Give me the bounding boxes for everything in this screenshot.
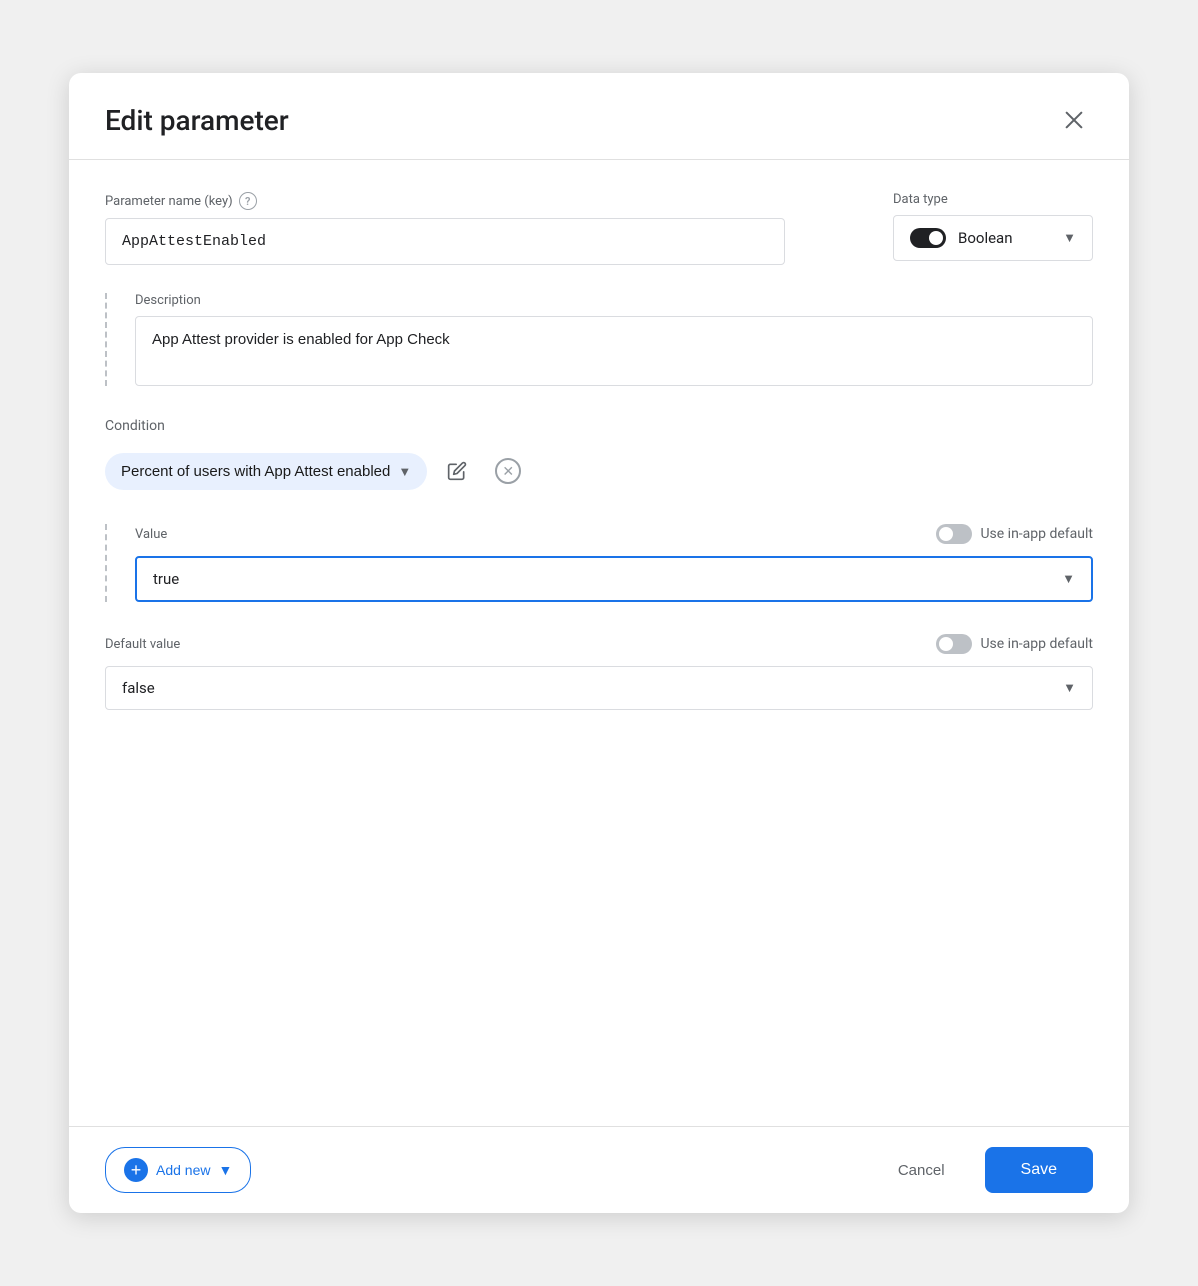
default-value-label: Default value xyxy=(105,637,180,652)
value-label: Value xyxy=(135,527,167,542)
dialog-header: Edit parameter xyxy=(69,73,1129,160)
data-type-group: Data type Boolean ▼ xyxy=(893,192,1093,261)
dialog-title: Edit parameter xyxy=(105,104,289,137)
description-section: Description App Attest provider is enabl… xyxy=(105,293,1093,386)
default-value-section: Default value Use in-app default false ▼ xyxy=(105,634,1093,710)
add-new-button[interactable]: + Add new ▼ xyxy=(105,1147,251,1193)
description-label: Description xyxy=(135,293,1093,308)
data-type-select[interactable]: Boolean ▼ xyxy=(893,215,1093,261)
condition-chip-chevron-down-icon: ▼ xyxy=(398,464,411,479)
default-value-chevron-down-icon: ▼ xyxy=(1063,680,1076,696)
default-use-default-toggle[interactable] xyxy=(936,634,972,654)
value-chevron-down-icon: ▼ xyxy=(1062,571,1075,587)
edit-parameter-dialog: Edit parameter Parameter name (key) ? Da… xyxy=(69,73,1129,1213)
default-value-header: Default value Use in-app default xyxy=(105,634,1093,654)
param-name-input[interactable] xyxy=(105,218,785,265)
add-new-chevron-down-icon: ▼ xyxy=(218,1162,232,1178)
param-name-label: Parameter name (key) ? xyxy=(105,192,869,210)
data-type-value: Boolean xyxy=(958,229,1013,247)
circle-x-icon: ✕ xyxy=(495,458,521,484)
param-datatype-row: Parameter name (key) ? Data type Boolean… xyxy=(105,192,1093,265)
condition-row: Percent of users with App Attest enabled… xyxy=(105,450,1093,492)
dialog-body: Parameter name (key) ? Data type Boolean… xyxy=(69,160,1129,1126)
default-value-dropdown[interactable]: false ▼ xyxy=(105,666,1093,710)
description-input[interactable]: App Attest provider is enabled for App C… xyxy=(135,316,1093,386)
condition-section: Condition Percent of users with App Atte… xyxy=(105,418,1093,492)
value-header-row: Value Use in-app default xyxy=(135,524,1093,544)
data-type-chevron-down-icon: ▼ xyxy=(1063,230,1076,246)
description-group: Description App Attest provider is enabl… xyxy=(135,293,1093,386)
default-value-selected: false xyxy=(122,679,155,697)
condition-chip[interactable]: Percent of users with App Attest enabled… xyxy=(105,453,427,490)
footer-actions: Cancel Save xyxy=(878,1147,1093,1193)
value-use-default-row: Use in-app default xyxy=(936,524,1093,544)
default-use-default-row: Use in-app default xyxy=(936,634,1093,654)
add-new-plus-icon: + xyxy=(124,1158,148,1182)
value-dropdown[interactable]: true ▼ xyxy=(135,556,1093,602)
data-type-label: Data type xyxy=(893,192,1093,207)
condition-label: Condition xyxy=(105,418,1093,434)
cancel-button[interactable]: Cancel xyxy=(878,1150,965,1191)
boolean-toggle-icon xyxy=(910,228,946,248)
default-use-default-label: Use in-app default xyxy=(980,636,1093,652)
value-section: Value Use in-app default true ▼ xyxy=(105,524,1093,602)
help-icon[interactable]: ? xyxy=(239,192,257,210)
close-button[interactable] xyxy=(1055,101,1093,139)
value-selected: true xyxy=(153,570,179,588)
remove-condition-button[interactable]: ✕ xyxy=(487,450,529,492)
edit-condition-button[interactable] xyxy=(439,453,475,489)
value-use-default-toggle[interactable] xyxy=(936,524,972,544)
save-button[interactable]: Save xyxy=(985,1147,1093,1193)
condition-chip-label: Percent of users with App Attest enabled xyxy=(121,463,390,480)
value-use-default-label: Use in-app default xyxy=(980,526,1093,542)
add-new-label: Add new xyxy=(156,1162,210,1178)
param-name-group: Parameter name (key) ? xyxy=(105,192,869,265)
dialog-footer: + Add new ▼ Cancel Save xyxy=(69,1126,1129,1213)
